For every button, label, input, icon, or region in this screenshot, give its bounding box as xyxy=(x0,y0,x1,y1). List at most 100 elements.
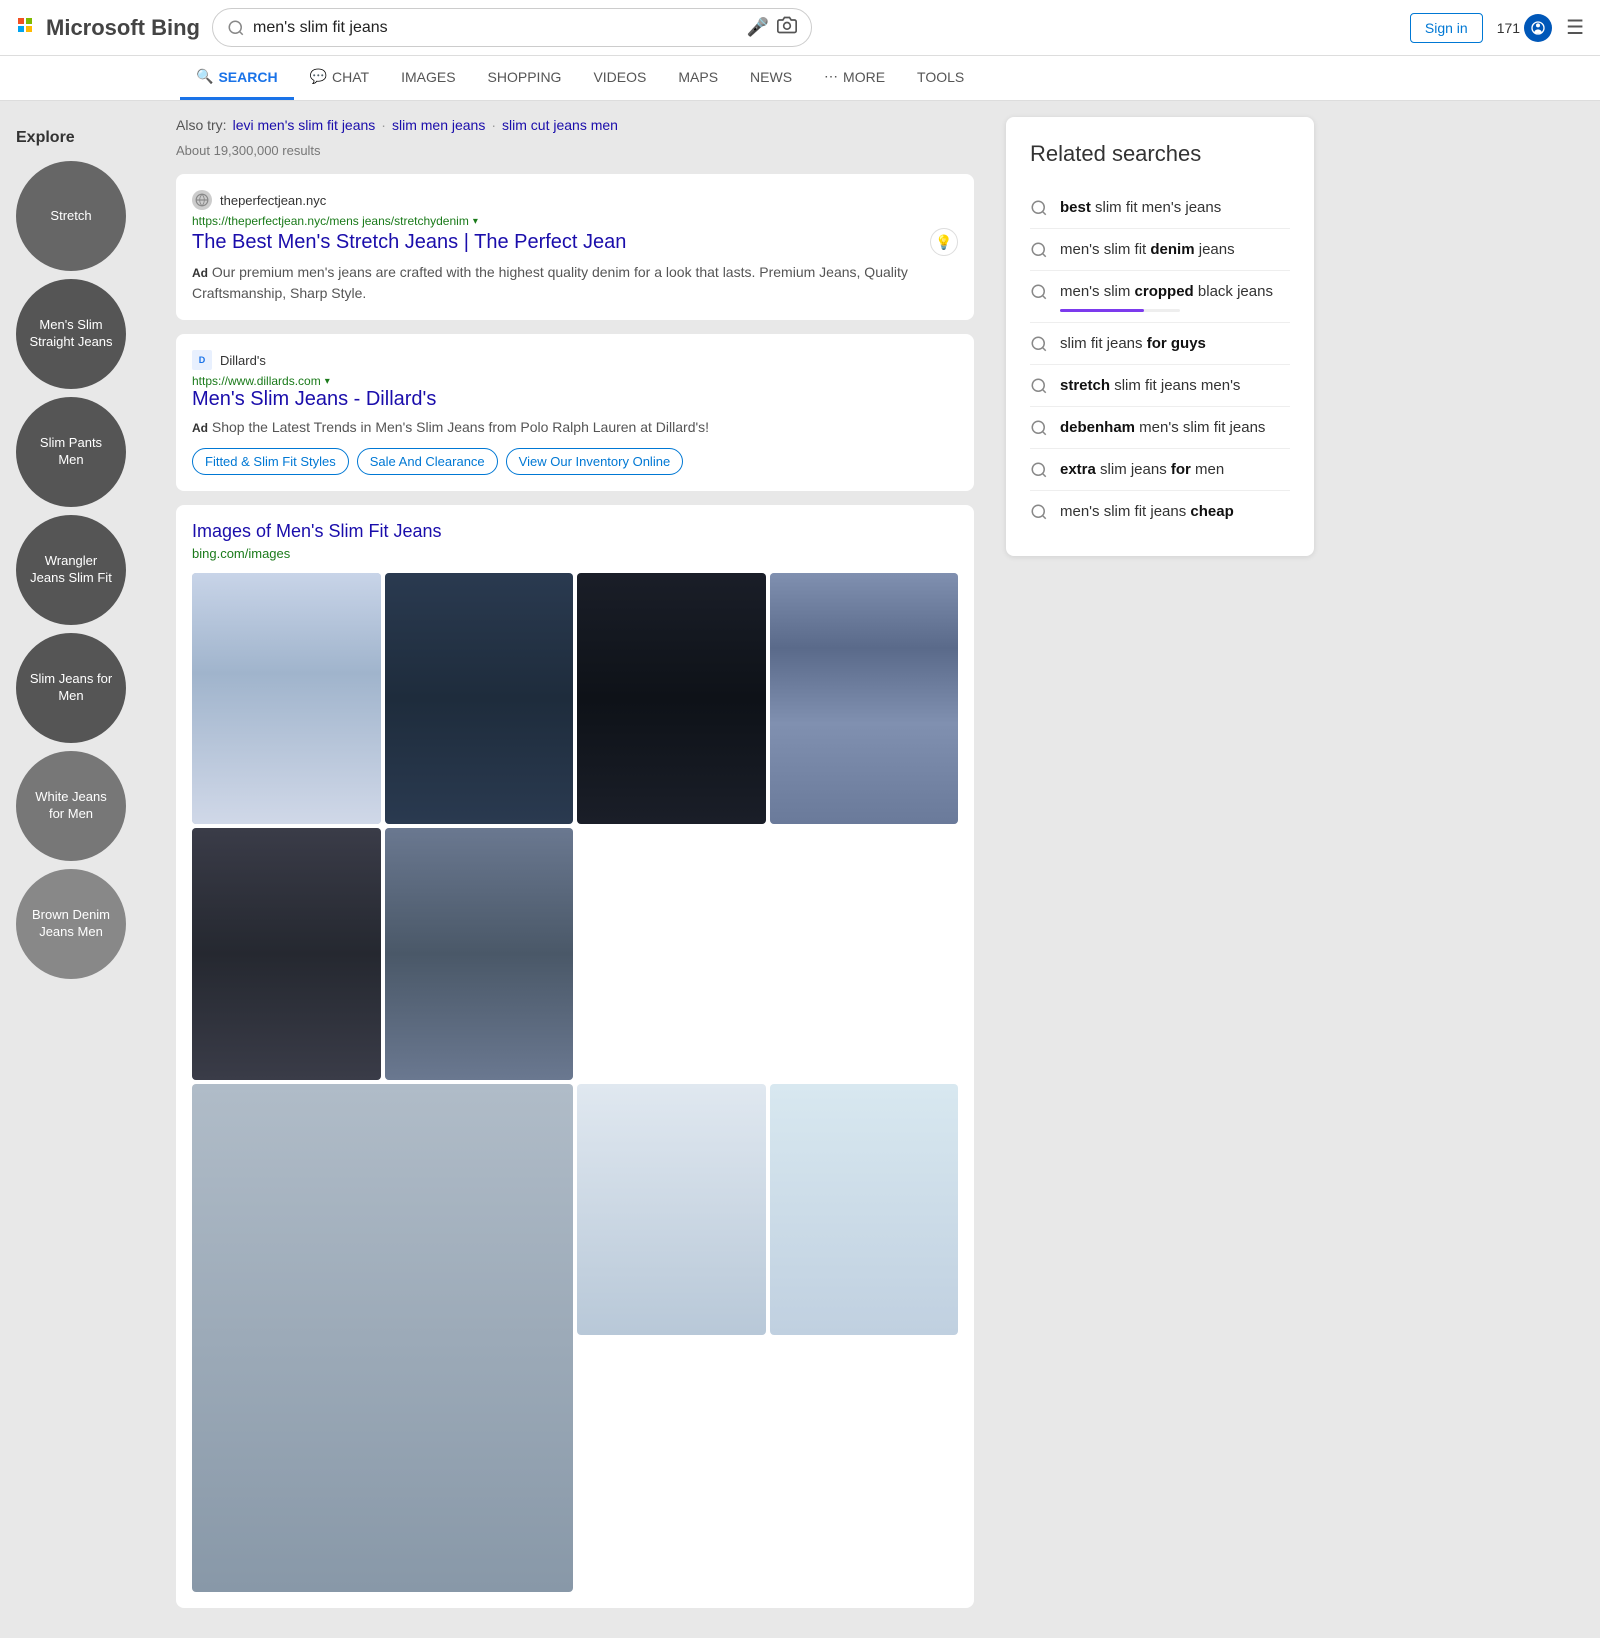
related-item-2[interactable]: men's slim fit denim jeans xyxy=(1030,229,1290,271)
jeans-image-8[interactable] xyxy=(577,1084,766,1335)
jeans-image-1[interactable] xyxy=(192,573,381,824)
related-text-3: men's slim cropped black jeans xyxy=(1060,281,1273,302)
explore-item-white-jeans[interactable]: White Jeans for Men xyxy=(16,751,126,861)
right-panel: Related searches best slim fit men's jea… xyxy=(990,117,1330,1622)
reward-icon[interactable] xyxy=(1524,14,1552,42)
related-search-icon-6 xyxy=(1030,419,1048,437)
url-dropdown-2[interactable]: ▾ xyxy=(325,376,330,387)
result-desc-2: Ad Shop the Latest Trends in Men's Slim … xyxy=(192,417,958,438)
explore-item-mens-slim[interactable]: Men's Slim Straight Jeans xyxy=(16,279,126,389)
related-search-icon-2 xyxy=(1030,241,1048,259)
related-search-icon-5 xyxy=(1030,377,1048,395)
also-try-link-2[interactable]: slim men jeans xyxy=(392,117,485,133)
url-dropdown-1[interactable]: ▾ xyxy=(473,216,478,227)
related-item-5[interactable]: stretch slim fit jeans men's xyxy=(1030,365,1290,407)
jeans-image-2[interactable] xyxy=(385,573,574,824)
related-search-icon-4 xyxy=(1030,335,1048,353)
related-search-icon-8 xyxy=(1030,503,1048,521)
sitelinks: Fitted & Slim Fit Styles Sale And Cleara… xyxy=(192,448,958,475)
result-source-2: D Dillard's xyxy=(192,350,958,370)
nav-tools[interactable]: TOOLS xyxy=(901,57,980,100)
mic-icon[interactable]: 🎤 xyxy=(747,17,769,38)
jeans-image-3[interactable] xyxy=(577,573,766,824)
related-text-7: extra slim jeans for men xyxy=(1060,459,1224,480)
jeans-image-9[interactable] xyxy=(770,1084,959,1335)
source-favicon-1 xyxy=(192,190,212,210)
related-item-7[interactable]: extra slim jeans for men xyxy=(1030,449,1290,491)
search-icon xyxy=(227,19,245,37)
images-title[interactable]: Images of Men's Slim Fit Jeans xyxy=(192,521,958,542)
related-search-icon-1 xyxy=(1030,199,1048,217)
result-card-2: D Dillard's https://www.dillards.com ▾ M… xyxy=(176,334,974,491)
nav-news[interactable]: NEWS xyxy=(734,57,808,100)
sign-in-button[interactable]: Sign in xyxy=(1410,13,1483,43)
progress-bar-container xyxy=(1060,309,1180,312)
also-try-link-1[interactable]: levi men's slim fit jeans xyxy=(233,117,376,133)
result-title-2[interactable]: Men's Slim Jeans - Dillard's xyxy=(192,388,958,411)
hamburger-menu[interactable]: ☰ xyxy=(1566,15,1584,40)
result-card-1: theperfectjean.nyc https://theperfectjea… xyxy=(176,174,974,320)
explore-item-wrangler[interactable]: Wrangler Jeans Slim Fit xyxy=(16,515,126,625)
main-layout: Explore Stretch Men's Slim Straight Jean… xyxy=(0,101,1600,1638)
related-searches-title: Related searches xyxy=(1030,141,1290,167)
result-desc-1: Ad Our premium men's jeans are crafted w… xyxy=(192,262,958,304)
related-searches-card: Related searches best slim fit men's jea… xyxy=(1006,117,1314,556)
related-item-1[interactable]: best slim fit men's jeans xyxy=(1030,187,1290,229)
sitelink-sale[interactable]: Sale And Clearance xyxy=(357,448,498,475)
nav-videos[interactable]: VIDEOS xyxy=(577,57,662,100)
nav-shopping[interactable]: SHOPPING xyxy=(472,57,578,100)
source-url-1: https://theperfectjean.nyc/mens jeans/st… xyxy=(192,214,958,228)
related-search-icon-3 xyxy=(1030,283,1048,301)
sitelink-inventory[interactable]: View Our Inventory Online xyxy=(506,448,684,475)
sitelink-fitted[interactable]: Fitted & Slim Fit Styles xyxy=(192,448,349,475)
search-input[interactable] xyxy=(253,19,739,37)
reward-count: 171 xyxy=(1497,20,1520,36)
source-favicon-2: D xyxy=(192,350,212,370)
search-bar[interactable]: 🎤 xyxy=(212,8,812,47)
nav-images[interactable]: IMAGES xyxy=(385,57,471,100)
related-item-3[interactable]: men's slim cropped black jeans xyxy=(1030,271,1290,323)
nav-chat[interactable]: 💬 CHAT xyxy=(294,56,386,100)
content-area: Also try: levi men's slim fit jeans · sl… xyxy=(160,117,990,1622)
lightbulb-btn-1[interactable]: 💡 xyxy=(930,228,958,256)
explore-item-slim-pants[interactable]: Slim Pants Men xyxy=(16,397,126,507)
images-grid xyxy=(192,573,958,1592)
explore-item-slim-jeans[interactable]: Slim Jeans for Men xyxy=(16,633,126,743)
chat-nav-icon: 💬 xyxy=(310,68,327,85)
explore-sidebar: Explore Stretch Men's Slim Straight Jean… xyxy=(0,117,160,1622)
related-text-1: best slim fit men's jeans xyxy=(1060,197,1221,218)
header: Microsoft Bing 🎤 Sign in 171 ☰ xyxy=(0,0,1600,56)
nav-more[interactable]: ⋯ MORE xyxy=(808,56,901,100)
images-source[interactable]: bing.com/images xyxy=(192,546,958,561)
search-nav-icon: 🔍 xyxy=(196,68,213,85)
reward-badge: 171 xyxy=(1497,14,1552,42)
jeans-image-6[interactable] xyxy=(385,828,574,1079)
camera-icon[interactable] xyxy=(777,15,797,40)
related-text-2: men's slim fit denim jeans xyxy=(1060,239,1235,260)
nav-search[interactable]: 🔍 SEARCH xyxy=(180,56,294,100)
nav-bar: 🔍 SEARCH 💬 CHAT IMAGES SHOPPING VIDEOS M… xyxy=(0,56,1600,101)
related-text-6: debenham men's slim fit jeans xyxy=(1060,417,1265,438)
also-try-link-3[interactable]: slim cut jeans men xyxy=(502,117,618,133)
progress-bar-fill xyxy=(1060,309,1144,312)
related-text-4: slim fit jeans for guys xyxy=(1060,333,1206,354)
related-item-4[interactable]: slim fit jeans for guys xyxy=(1030,323,1290,365)
source-name-2: Dillard's xyxy=(220,353,266,368)
jeans-image-5[interactable] xyxy=(192,828,381,1079)
also-try-label: Also try: xyxy=(176,117,227,133)
also-try: Also try: levi men's slim fit jeans · sl… xyxy=(176,117,974,133)
nav-maps[interactable]: MAPS xyxy=(662,57,734,100)
result-source-1: theperfectjean.nyc xyxy=(192,190,958,210)
explore-item-stretch[interactable]: Stretch xyxy=(16,161,126,271)
related-item-6[interactable]: debenham men's slim fit jeans xyxy=(1030,407,1290,449)
header-right: Sign in 171 ☰ xyxy=(1410,13,1584,43)
jeans-image-7[interactable] xyxy=(192,1084,573,1592)
jeans-image-4[interactable] xyxy=(770,573,959,824)
bing-logo-icon xyxy=(16,16,40,40)
related-text-8: men's slim fit jeans cheap xyxy=(1060,501,1234,522)
result-title-1[interactable]: The Best Men's Stretch Jeans | The Perfe… xyxy=(192,228,958,256)
source-name-1: theperfectjean.nyc xyxy=(220,193,326,208)
related-item-8[interactable]: men's slim fit jeans cheap xyxy=(1030,491,1290,532)
explore-item-brown-denim[interactable]: Brown Denim Jeans Men xyxy=(16,869,126,979)
source-url-2: https://www.dillards.com ▾ xyxy=(192,374,958,388)
